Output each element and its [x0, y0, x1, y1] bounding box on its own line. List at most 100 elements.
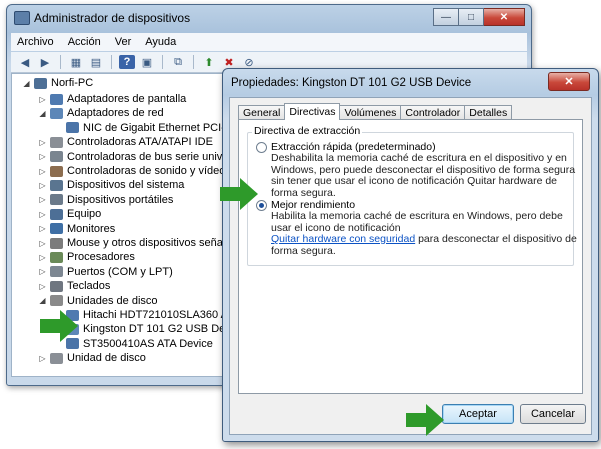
- tree-category-item[interactable]: ▷ Equipo: [38, 207, 101, 221]
- expand-icon[interactable]: ▷: [38, 152, 47, 161]
- tree-item-label: Unidades de disco: [67, 294, 158, 307]
- window-controls: — □ ✕: [433, 8, 525, 26]
- expand-icon[interactable]: ▷: [38, 224, 47, 233]
- dialog-close-button[interactable]: ✕: [548, 72, 590, 91]
- tree-category-item[interactable]: ▷ Monitores: [38, 222, 115, 236]
- view-list-icon[interactable]: ▤: [88, 55, 104, 69]
- quick-removal-radio[interactable]: [256, 141, 267, 153]
- dialog-title: Propiedades: Kingston DT 101 G2 USB Devi…: [231, 77, 472, 89]
- expand-icon[interactable]: ▷: [38, 138, 47, 147]
- expand-icon[interactable]: ▷: [38, 239, 47, 248]
- tree-category-item[interactable]: ◢ Unidades de disco: [38, 294, 158, 308]
- category-icon: [50, 352, 63, 364]
- tree-item-label: Unidad de disco: [67, 352, 146, 365]
- tree-item-label: Procesadores: [67, 251, 135, 264]
- tree-category-item[interactable]: ▷ Dispositivos portátiles: [38, 193, 173, 207]
- cancel-button[interactable]: Cancelar: [520, 404, 586, 424]
- device-manager-icon: [14, 11, 30, 25]
- tree-device-item[interactable]: Kingston DT 101 G2 USB Device: [54, 322, 245, 336]
- title-bar: Administrador de dispositivos — □ ✕: [7, 5, 531, 31]
- scan-hardware-icon[interactable]: ⬆: [201, 55, 217, 69]
- category-icon: [50, 151, 63, 163]
- back-arrow-icon[interactable]: ◀: [17, 55, 33, 69]
- tree-category-item[interactable]: ▷ Dispositivos del sistema: [38, 178, 184, 192]
- expand-icon[interactable]: ▷: [38, 253, 47, 262]
- window-title: Administrador de dispositivos: [34, 11, 191, 25]
- menu-bar: Archivo Acción Ver Ayuda: [11, 33, 527, 51]
- category-icon: [50, 280, 63, 292]
- tree-item-label: Adaptadores de red: [67, 107, 164, 120]
- category-icon: [50, 251, 63, 263]
- tab-general[interactable]: General: [238, 105, 286, 120]
- expand-icon[interactable]: ▷: [38, 181, 47, 190]
- close-button[interactable]: ✕: [484, 8, 525, 26]
- safely-remove-link[interactable]: Quitar hardware con seguridad: [271, 233, 415, 245]
- collapse-icon[interactable]: ◢: [22, 79, 31, 88]
- properties-icon[interactable]: ▣: [139, 55, 155, 69]
- tree-category-item[interactable]: ▷ Controladoras de sonido y vídeo y d: [38, 164, 243, 178]
- tree-item-label: Teclados: [67, 280, 111, 293]
- category-icon: [50, 179, 63, 191]
- tree-item-label: Equipo: [67, 208, 102, 221]
- expand-icon[interactable]: ▷: [38, 267, 47, 276]
- menu-accion[interactable]: Acción: [68, 36, 101, 48]
- category-icon: [50, 165, 63, 177]
- tree-category-item[interactable]: ▷ Procesadores: [38, 250, 135, 264]
- tab-strip: General Directivas Volúmenes Controlador…: [238, 103, 513, 120]
- tree-item-label: Adaptadores de pantalla: [67, 93, 187, 105]
- toolbar-separator: [111, 55, 112, 69]
- expand-icon[interactable]: ▷: [38, 195, 47, 204]
- better-performance-text: Habilita la memoria caché de escritura e…: [271, 210, 563, 234]
- tab-detalles[interactable]: Detalles: [464, 105, 513, 120]
- group-title: Directiva de extracción: [252, 125, 363, 137]
- category-icon: [50, 295, 63, 307]
- menu-archivo[interactable]: Archivo: [17, 36, 54, 48]
- category-icon: [50, 208, 63, 220]
- disable-icon[interactable]: ⊘: [241, 55, 257, 69]
- tree-device-item[interactable]: NIC de Gigabit Ethernet PCI-E de: [54, 121, 247, 135]
- tree-root-label: Norfi-PC: [51, 77, 94, 89]
- expand-icon[interactable]: ▷: [38, 210, 47, 219]
- toolbar-separator: [60, 55, 61, 69]
- expand-icon[interactable]: ▷: [38, 167, 47, 176]
- tree-item-label: Monitores: [67, 222, 116, 235]
- tree-item-label: Dispositivos del sistema: [67, 179, 185, 192]
- collapse-icon[interactable]: ◢: [38, 296, 47, 305]
- tree-category-item[interactable]: ▷ Mouse y otros dispositivos señalador: [38, 236, 247, 250]
- expand-icon[interactable]: ▷: [38, 282, 47, 291]
- ok-button[interactable]: Aceptar: [442, 404, 514, 424]
- tree-item-label: ST3500410AS ATA Device: [83, 337, 213, 350]
- menu-ver[interactable]: Ver: [115, 36, 132, 48]
- expand-icon[interactable]: ▷: [38, 95, 47, 104]
- device-icon: [66, 122, 79, 134]
- tab-controlador[interactable]: Controlador: [400, 105, 466, 120]
- tree-category-item[interactable]: ▷ Controladoras de bus serie universal: [38, 150, 246, 164]
- tree-category-item[interactable]: ▷ Unidad de disco: [38, 351, 146, 365]
- update-driver-icon[interactable]: ⧉: [170, 55, 186, 69]
- tab-volumenes[interactable]: Volúmenes: [339, 105, 402, 120]
- expand-icon[interactable]: ▷: [38, 354, 47, 363]
- tree-item-label: Mouse y otros dispositivos señalador: [67, 237, 248, 249]
- view-icon[interactable]: ▦: [68, 55, 84, 69]
- tab-directivas[interactable]: Directivas: [284, 103, 341, 120]
- tree-category-item[interactable]: ▷ Puertos (COM y LPT): [38, 265, 172, 279]
- tree-item-label: Controladoras ATA/ATAPI IDE: [67, 136, 213, 149]
- forward-arrow-icon[interactable]: ▶: [37, 55, 53, 69]
- category-icon: [50, 237, 63, 249]
- toolbar-separator: [162, 55, 163, 69]
- tree-category-item[interactable]: ▷ Adaptadores de pantalla: [38, 92, 186, 106]
- uninstall-icon[interactable]: ✖: [221, 55, 237, 69]
- menu-ayuda[interactable]: Ayuda: [145, 36, 176, 48]
- tree-category-item[interactable]: ▷ Controladoras ATA/ATAPI IDE: [38, 135, 213, 149]
- help-icon[interactable]: ?: [119, 55, 135, 69]
- category-icon: [50, 223, 63, 235]
- maximize-button[interactable]: □: [459, 8, 484, 26]
- collapse-icon[interactable]: ◢: [38, 109, 47, 118]
- tree-root[interactable]: ◢ Norfi-PC: [22, 76, 93, 90]
- minimize-button[interactable]: —: [433, 8, 459, 26]
- tree-category-item[interactable]: ◢ Adaptadores de red: [38, 106, 164, 120]
- tree-item-label: Controladoras de sonido y vídeo y d: [67, 165, 244, 177]
- category-icon: [50, 194, 63, 206]
- tree-category-item[interactable]: ▷ Teclados: [38, 279, 110, 293]
- category-icon: [50, 107, 63, 119]
